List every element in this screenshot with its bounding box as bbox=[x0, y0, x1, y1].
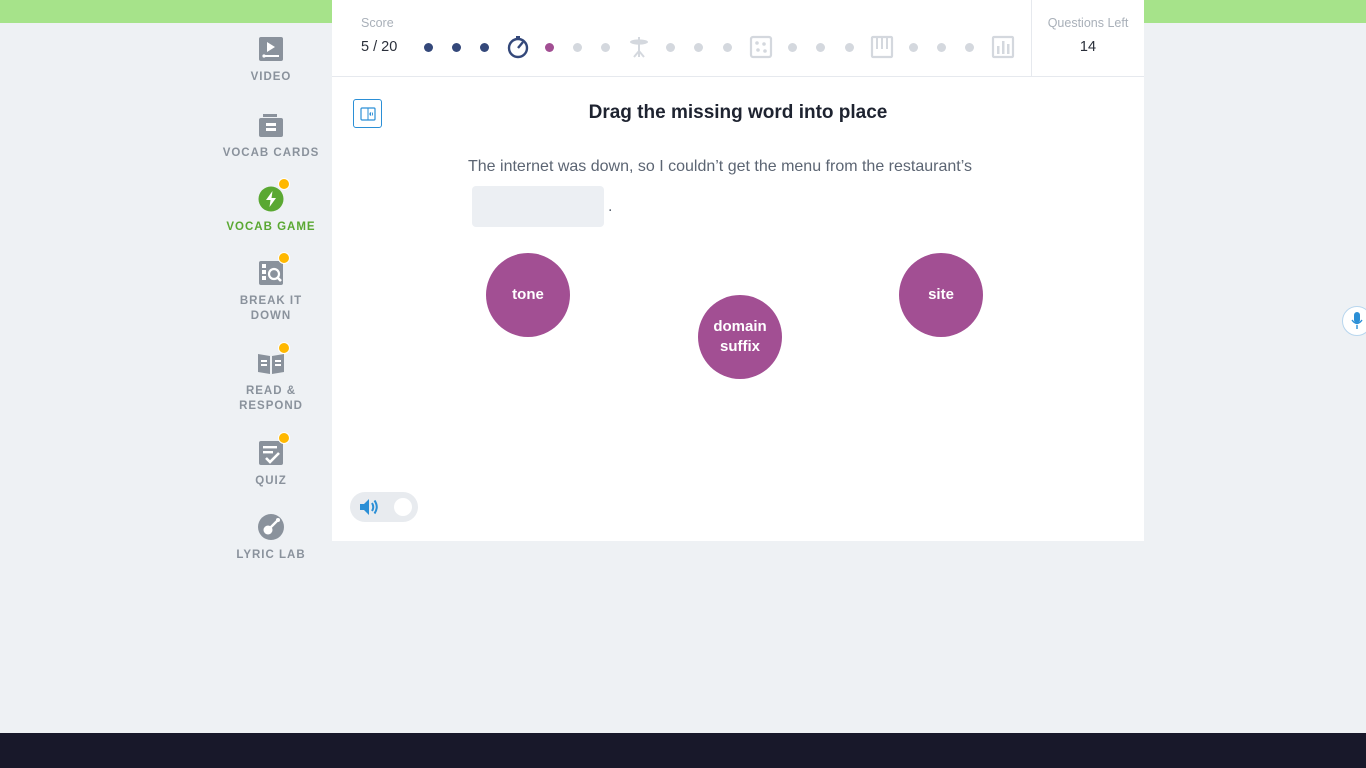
sidebar-item-break-it-down[interactable]: BREAK IT DOWN bbox=[222, 252, 320, 324]
progress-dot bbox=[788, 43, 797, 52]
notification-badge bbox=[278, 342, 290, 354]
stopwatch-icon bbox=[506, 35, 530, 59]
chart-icon bbox=[991, 35, 1015, 59]
progress-dot bbox=[845, 43, 854, 52]
word-option-tone[interactable]: tone bbox=[486, 253, 570, 337]
piano-icon bbox=[870, 35, 894, 59]
progress-dot bbox=[723, 43, 732, 52]
sidebar-item-label: VOCAB CARDS bbox=[222, 147, 320, 159]
microphone-icon bbox=[1351, 312, 1363, 329]
question-sentence: The internet was down, so I couldn’t get… bbox=[468, 158, 972, 175]
progress-dot bbox=[424, 43, 433, 52]
cymbal-icon bbox=[627, 35, 651, 59]
guitar-icon bbox=[256, 512, 286, 542]
answer-drop-zone[interactable] bbox=[472, 186, 604, 227]
sidebar-item-label: VOCAB GAME bbox=[226, 221, 316, 233]
sentence-period: . bbox=[608, 198, 613, 215]
notification-badge bbox=[278, 432, 290, 444]
score-value: 5 / 20 bbox=[361, 39, 398, 55]
question-title: Drag the missing word into place bbox=[588, 102, 888, 123]
notification-badge bbox=[278, 178, 290, 190]
vocab-game-card: Score 5 / 20 Questions Left 14 Drag the … bbox=[332, 0, 1144, 541]
sidebar-item-vocab-game[interactable]: VOCAB GAME bbox=[222, 178, 320, 235]
lightning-icon bbox=[256, 178, 290, 214]
video-icon bbox=[256, 34, 286, 64]
score-label: Score bbox=[361, 16, 394, 30]
progress-dot-current bbox=[545, 43, 554, 52]
sidebar-item-video[interactable]: VIDEO bbox=[222, 34, 320, 85]
progress-dot bbox=[573, 43, 582, 52]
progress-dot bbox=[694, 43, 703, 52]
game-header: Score 5 / 20 Questions Left 14 bbox=[332, 0, 1144, 77]
progress-dot bbox=[937, 43, 946, 52]
progress-dot bbox=[816, 43, 825, 52]
sidebar-item-label: LYRIC LAB bbox=[236, 549, 306, 561]
progress-dot bbox=[965, 43, 974, 52]
sidebar-item-label: BREAK IT DOWN bbox=[239, 295, 303, 322]
sidebar-item-label: QUIZ bbox=[255, 475, 287, 487]
progress-dot bbox=[666, 43, 675, 52]
sidebar-item-read-respond[interactable]: READ & RESPOND bbox=[222, 342, 320, 414]
bingo-card-icon bbox=[749, 35, 773, 59]
vocab-cards-icon bbox=[256, 110, 286, 140]
questions-left-label: Questions Left bbox=[1047, 16, 1129, 30]
word-option-site[interactable]: site bbox=[899, 253, 983, 337]
progress-dot bbox=[909, 43, 918, 52]
progress-dot bbox=[452, 43, 461, 52]
sound-toggle[interactable] bbox=[350, 492, 418, 522]
progress-track bbox=[420, 33, 1020, 61]
progress-dot bbox=[480, 43, 489, 52]
speaker-icon bbox=[360, 499, 378, 515]
sidebar-item-label: VIDEO bbox=[250, 71, 292, 83]
questions-left-value: 14 bbox=[1079, 39, 1097, 55]
sidebar-item-quiz[interactable]: QUIZ bbox=[222, 432, 320, 489]
book-icon bbox=[256, 342, 290, 378]
microphone-button[interactable] bbox=[1342, 306, 1366, 336]
sidebar-item-label: READ & RESPOND bbox=[239, 385, 303, 412]
sidebar-item-lyric-lab[interactable]: LYRIC LAB bbox=[222, 512, 320, 563]
progress-dot bbox=[601, 43, 610, 52]
checklist-icon bbox=[256, 432, 290, 468]
toggle-knob bbox=[394, 498, 412, 516]
bottom-bar bbox=[0, 733, 1366, 768]
notification-badge bbox=[278, 252, 290, 264]
sidebar-item-vocab-cards[interactable]: VOCAB CARDS bbox=[222, 110, 320, 161]
magnify-grid-icon bbox=[256, 252, 290, 288]
word-option-domain-suffix[interactable]: domain suffix bbox=[698, 295, 782, 379]
